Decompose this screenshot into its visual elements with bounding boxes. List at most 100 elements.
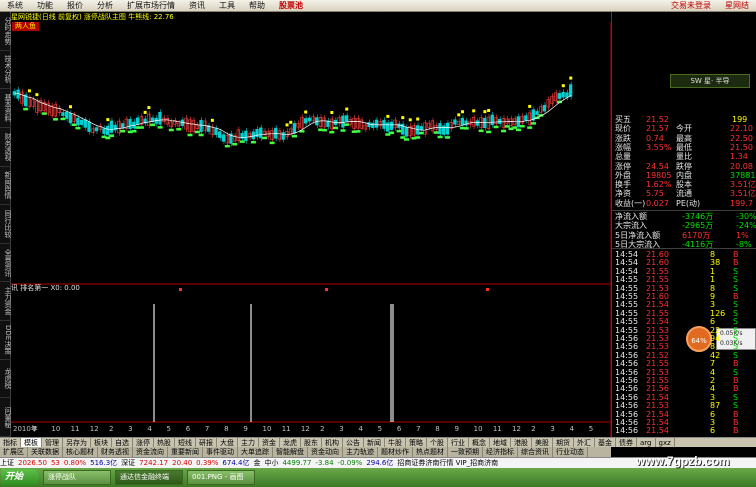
menu-item[interactable]: 扩展市场行情: [120, 0, 182, 12]
candle-body: [225, 134, 229, 144]
menu-item[interactable]: 帮助: [242, 0, 272, 12]
extension-tab[interactable]: 经济指标: [483, 447, 518, 457]
quote-value: 24.54: [646, 161, 669, 171]
menu-right-item[interactable]: 星网结: [718, 0, 756, 12]
extension-tab[interactable]: 财务透视: [98, 447, 133, 457]
extension-tab[interactable]: 主力轨迹: [343, 447, 378, 457]
indicator-tab[interactable]: 外汇: [574, 438, 595, 447]
menu-item-stock-pool[interactable]: 股票池: [272, 0, 310, 12]
indicator-tab[interactable]: 管理: [42, 438, 63, 447]
indicator-tab[interactable]: 公告: [343, 438, 364, 447]
indicator-tab[interactable]: 股东: [301, 438, 322, 447]
extension-tab[interactable]: 一致预期: [448, 447, 483, 457]
side-tab[interactable]: 同行比较: [0, 205, 12, 244]
indicator-tab[interactable]: 研报: [196, 438, 217, 447]
indicator-tab[interactable]: 板块: [91, 438, 112, 447]
start-button[interactable]: 开始: [1, 469, 39, 486]
candle-body: [490, 114, 494, 126]
indicator-tab[interactable]: 涨停: [133, 438, 154, 447]
indicator-tab[interactable]: 大盘: [217, 438, 238, 447]
chart-area[interactable]: 星网锐捷(日线 前复权) 涨停战队主图 牛熊线: 22.76 两人鱼 26.00…: [11, 12, 611, 437]
indicator-tab[interactable]: 另存为: [63, 438, 91, 447]
extension-tab[interactable]: 综合资讯: [518, 447, 553, 457]
side-tab[interactable]: 全景资讯: [0, 244, 12, 283]
side-tab[interactable]: 龙虎榜: [0, 360, 12, 399]
indicator-tab[interactable]: arg: [637, 438, 656, 447]
indicator-tab[interactable]: 新闻: [364, 438, 385, 447]
flow-row: 净流入额 -3746万 -30%: [612, 212, 756, 221]
indicator-tab[interactable]: 债券: [616, 438, 637, 447]
extension-tab[interactable]: 核心题材: [63, 447, 98, 457]
candle-body: [281, 132, 285, 140]
menu-item[interactable]: 报价: [60, 0, 90, 12]
indicator-tab[interactable]: 热股: [154, 438, 175, 447]
side-tab[interactable]: 基本资料: [0, 89, 12, 128]
indicator-tab[interactable]: 牛股: [385, 438, 406, 447]
extension-tab[interactable]: 热点题材: [413, 447, 448, 457]
indicator-tab[interactable]: 主力: [238, 438, 259, 447]
extension-tab[interactable]: 资金流向: [133, 447, 168, 457]
extension-tab[interactable]: 行业动态: [553, 447, 588, 457]
extension-tab[interactable]: 重要新闻: [168, 447, 203, 457]
time-axis-label: 7: [205, 425, 209, 433]
side-tab[interactable]: 技术分析: [0, 51, 12, 90]
extension-tab[interactable]: 智能解盘: [273, 447, 308, 457]
menu-item[interactable]: 功能: [30, 0, 60, 12]
indicator-tab[interactable]: 基金: [595, 438, 616, 447]
quote-value-2: 22.50: [730, 133, 753, 143]
extension-tab[interactable]: 资金动向: [308, 447, 343, 457]
indicator-tab[interactable]: 行业: [448, 438, 469, 447]
menu-item[interactable]: 工具: [212, 0, 242, 12]
candle-body: [539, 106, 543, 113]
indicator-tab[interactable]: 资金: [259, 438, 280, 447]
candle-body: [535, 111, 539, 115]
extension-tab[interactable]: 关联数据: [28, 447, 63, 457]
extension-tab[interactable]: 大单追踪: [238, 447, 273, 457]
indicator-tab[interactable]: 指标: [0, 438, 21, 447]
candle-body: [371, 122, 375, 128]
indicator-tab[interactable]: 港股: [511, 438, 532, 447]
indicator-tab[interactable]: 短线: [175, 438, 196, 447]
candle-body: [386, 122, 390, 132]
side-tab[interactable]: DDE决策: [0, 321, 12, 360]
extension-tab[interactable]: 扩展区: [0, 447, 28, 457]
menu-item[interactable]: 分析: [90, 0, 120, 12]
sz-index-value: 7242.17: [139, 459, 169, 467]
time-axis-label: 10: [263, 425, 272, 433]
menu-item[interactable]: 资讯: [182, 0, 212, 12]
time-axis-label: 6: [186, 425, 191, 433]
extension-tab[interactable]: 题材炒作: [378, 447, 413, 457]
candle-body: [423, 122, 427, 135]
side-tab[interactable]: 新闻舆情: [0, 167, 12, 206]
indicator-tab[interactable]: 自选: [112, 438, 133, 447]
extension-tab[interactable]: 事件驱动: [203, 447, 238, 457]
side-tab[interactable]: 问董秘: [0, 398, 12, 437]
indicator-tab[interactable]: 策略: [406, 438, 427, 447]
indicator-tab[interactable]: 个股: [427, 438, 448, 447]
candle-body: [341, 115, 345, 128]
candle-body: [438, 123, 442, 135]
indicator-tab[interactable]: 概念: [469, 438, 490, 447]
indicator-tab[interactable]: 美股: [532, 438, 553, 447]
signal-marker: [262, 136, 268, 140]
indicator-tab[interactable]: 地域: [490, 438, 511, 447]
signal-marker-yellow: [487, 109, 491, 113]
broker-ticker[interactable]: 招商证券济南行情 VIP_招商济南: [397, 458, 498, 468]
flow-row: 5日净流入额 6170万 1%: [612, 231, 756, 240]
indicator-tab[interactable]: 龙虎: [280, 438, 301, 447]
indicator-tab[interactable]: 模板: [21, 438, 42, 447]
menu-right-item[interactable]: 交易未登录: [664, 0, 718, 12]
side-tab[interactable]: 主力资金: [0, 282, 12, 322]
signal-marker: [404, 138, 409, 141]
quote-row: 现价 21.57 今开 22.10: [612, 124, 756, 133]
menu-item[interactable]: 系统: [0, 0, 30, 12]
side-tab[interactable]: 财务透视: [0, 128, 12, 167]
indicator-tab[interactable]: gxz: [656, 438, 675, 447]
indicator-tab[interactable]: 期货: [553, 438, 574, 447]
taskbar-window-button[interactable]: 通达信金融终端: [115, 470, 183, 485]
side-tab[interactable]: 分时走势: [0, 12, 12, 51]
taskbar-window-button[interactable]: 涨停战队: [43, 470, 111, 485]
taskbar-window-button[interactable]: 001.PNG - 画图: [187, 470, 255, 485]
candle-body: [68, 112, 73, 124]
indicator-tab[interactable]: 机构: [322, 438, 343, 447]
